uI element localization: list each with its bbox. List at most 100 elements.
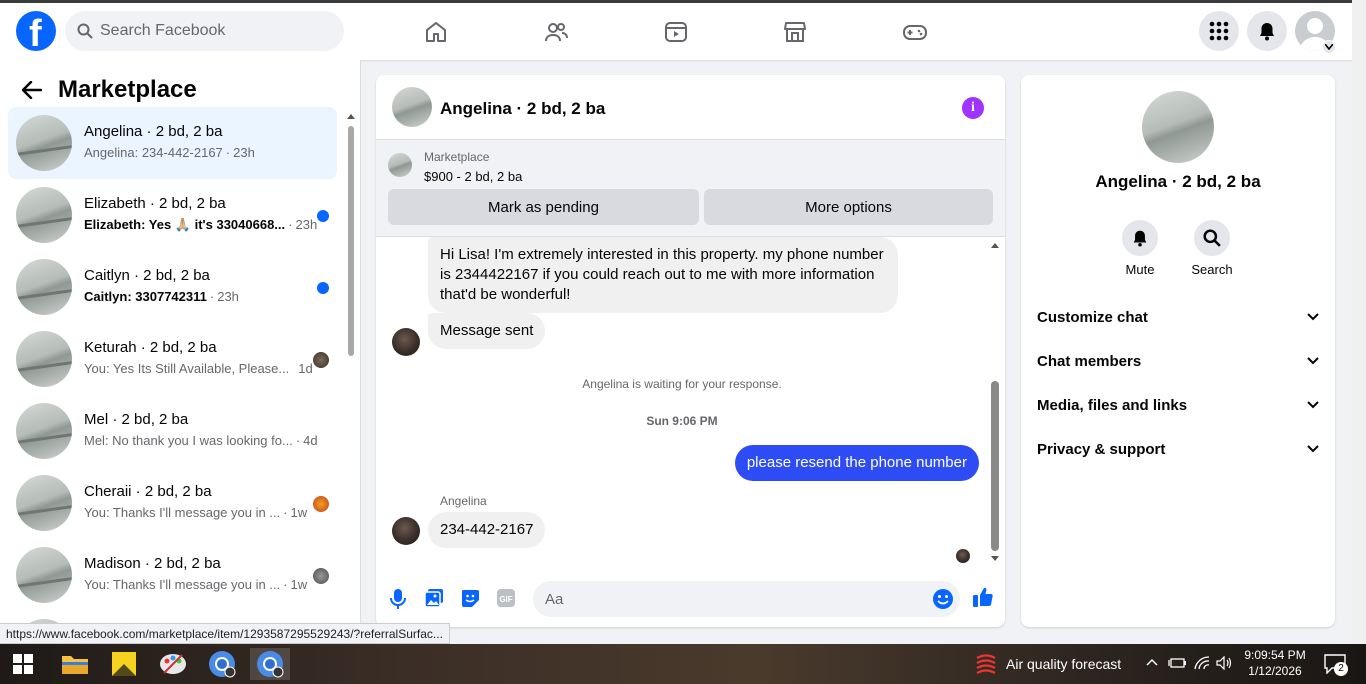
message-list: Hi Lisa! I'm extremely interested in thi…: [376, 237, 1005, 575]
sticky-notes-icon[interactable]: [104, 648, 144, 680]
notifications-icon[interactable]: [1247, 11, 1287, 51]
conversation-time: 1w: [290, 505, 308, 520]
conversation-snippet: Mel: No thank you I was looking fo...: [84, 433, 293, 448]
contact-avatar-large[interactable]: [1142, 91, 1214, 163]
message-composer: GIF: [376, 575, 1005, 627]
facebook-logo-icon[interactable]: f: [16, 11, 56, 51]
listing-thumbnail: [16, 259, 72, 315]
back-arrow-icon[interactable]: [22, 81, 42, 99]
conversation-name: Mel · 2 bd, 2 ba: [84, 411, 189, 428]
search-label: Search: [1191, 262, 1233, 277]
search-in-chat-button[interactable]: Search: [1182, 220, 1242, 277]
video-icon[interactable]: [664, 20, 688, 44]
microphone-icon[interactable]: [390, 588, 406, 610]
page-scrollbar[interactable]: [1352, 0, 1366, 644]
chat-members-row[interactable]: Chat members: [1037, 341, 1319, 381]
conversation-item[interactable]: Elizabeth · 2 bd, 2 ba Elizabeth: Yes 🙏🏼…: [8, 179, 337, 251]
gif-icon[interactable]: GIF: [496, 588, 516, 608]
weather-widget-label[interactable]: Air quality forecast: [1006, 656, 1121, 672]
conversation-time: 1d: [298, 361, 313, 376]
listing-thumbnail: [16, 403, 72, 459]
message-bubble: Hi Lisa! I'm extremely interested in thi…: [428, 237, 898, 313]
windows-taskbar: Air quality forecast 9:09:54 PM 1/12/202…: [0, 644, 1366, 684]
marketplace-listing-bar: Marketplace $900 - 2 bd, 2 ba Mark as pe…: [376, 140, 1005, 237]
message-input[interactable]: [545, 581, 925, 617]
contact-avatar[interactable]: [392, 517, 420, 545]
clock-time: 9:09:54 PM: [1244, 648, 1306, 662]
notification-count-badge: 2: [1334, 662, 1348, 676]
home-icon[interactable]: [424, 20, 448, 44]
conversation-time: 23h: [295, 217, 318, 232]
sidebar-scrollbar[interactable]: [346, 110, 356, 644]
gaming-icon[interactable]: [903, 20, 927, 44]
sticker-icon[interactable]: [460, 588, 480, 608]
conversation-item[interactable]: Angelina · 2 bd, 2 ba Angelina: 234-442-…: [8, 107, 337, 179]
chevron-down-icon: [1307, 445, 1319, 453]
info-icon[interactable]: i: [962, 97, 984, 119]
conversation-name: Keturah · 2 bd, 2 ba: [84, 339, 217, 356]
conversation-name: Cheraii · 2 bd, 2 ba: [84, 483, 212, 500]
search-input[interactable]: [100, 11, 330, 51]
search-box[interactable]: [65, 11, 344, 51]
conversation-time: 4d: [303, 433, 318, 448]
section-label: Customize chat: [1037, 308, 1148, 326]
section-label: Media, files and links: [1037, 396, 1188, 414]
sender-name: Angelina: [440, 494, 487, 508]
volume-icon[interactable]: [1216, 656, 1232, 670]
conversation-item[interactable]: Mel · 2 bd, 2 ba Mel: No thank you I was…: [8, 395, 337, 467]
chrome-active-icon[interactable]: [250, 648, 290, 680]
search-icon[interactable]: [1194, 220, 1230, 256]
windows-start-icon[interactable]: [3, 648, 43, 680]
chat-panel: Angelina · 2 bd, 2 ba i Marketplace $900…: [376, 75, 1005, 627]
conversation-name: Madison · 2 bd, 2 ba: [84, 555, 221, 572]
listing-title[interactable]: $900 - 2 bd, 2 ba: [424, 169, 522, 184]
marketplace-icon[interactable]: [783, 20, 807, 44]
conversation-item[interactable]: Madison · 2 bd, 2 ba You: Thanks I'll me…: [8, 539, 337, 611]
search-icon: [77, 23, 93, 39]
wifi-icon[interactable]: [1194, 656, 1210, 670]
chevron-down-icon: [1307, 401, 1319, 409]
conversation-item[interactable]: Caitlyn · 2 bd, 2 ba Caitlyn: 3307742311…: [8, 251, 337, 323]
listing-thumbnail[interactable]: [388, 153, 412, 177]
photo-icon[interactable]: [424, 588, 444, 608]
air-quality-icon[interactable]: [975, 653, 997, 675]
menu-grid-icon[interactable]: [1199, 11, 1239, 51]
file-explorer-icon[interactable]: [55, 648, 95, 680]
message-timestamp: Sun 9:06 PM: [646, 414, 718, 428]
friends-icon[interactable]: [544, 20, 568, 44]
media-files-links-row[interactable]: Media, files and links: [1037, 385, 1319, 425]
battery-icon[interactable]: [1168, 656, 1186, 670]
chat-title[interactable]: Angelina · 2 bd, 2 ba: [440, 99, 605, 119]
paint-app-icon[interactable]: [153, 648, 193, 680]
unread-dot: [317, 282, 329, 294]
message-input-box[interactable]: [533, 581, 960, 617]
more-options-button[interactable]: More options: [704, 189, 993, 225]
chevron-down-icon[interactable]: [1322, 40, 1336, 54]
svg-text:GIF: GIF: [499, 595, 512, 604]
chat-avatar[interactable]: [392, 87, 432, 127]
conversation-snippet: Caitlyn: 3307742311: [84, 289, 207, 304]
conversation-item[interactable]: Keturah · 2 bd, 2 ba You: Yes Its Still …: [8, 323, 337, 395]
mute-button[interactable]: Mute: [1110, 220, 1170, 277]
chevron-up-icon[interactable]: [1146, 658, 1158, 666]
unread-dot: [317, 210, 329, 222]
like-thumb-icon[interactable]: [972, 586, 994, 608]
link-status-bar: https://www.facebook.com/marketplace/ite…: [0, 623, 450, 644]
conversation-time: 23h: [233, 145, 255, 160]
chat-scrollbar[interactable]: [988, 237, 1002, 567]
conversation-name: Angelina · 2 bd, 2 ba: [84, 123, 223, 140]
details-name: Angelina · 2 bd, 2 ba: [1095, 172, 1261, 191]
conversation-item[interactable]: Cheraii · 2 bd, 2 ba You: Thanks I'll me…: [8, 467, 337, 539]
bell-icon[interactable]: [1122, 220, 1158, 256]
seen-avatar: [313, 568, 329, 584]
contact-avatar[interactable]: [392, 328, 420, 356]
customize-chat-row[interactable]: Customize chat: [1037, 297, 1319, 337]
system-clock[interactable]: 9:09:54 PM 1/12/2026: [1238, 647, 1312, 679]
seen-avatar: [313, 496, 329, 512]
conversation-name: Caitlyn · 2 bd, 2 ba: [84, 267, 210, 284]
mute-label: Mute: [1125, 262, 1155, 277]
chrome-profile-icon[interactable]: [202, 648, 242, 680]
privacy-support-row[interactable]: Privacy & support: [1037, 429, 1319, 469]
emoji-icon[interactable]: [932, 588, 954, 610]
mark-as-pending-button[interactable]: Mark as pending: [388, 189, 699, 225]
